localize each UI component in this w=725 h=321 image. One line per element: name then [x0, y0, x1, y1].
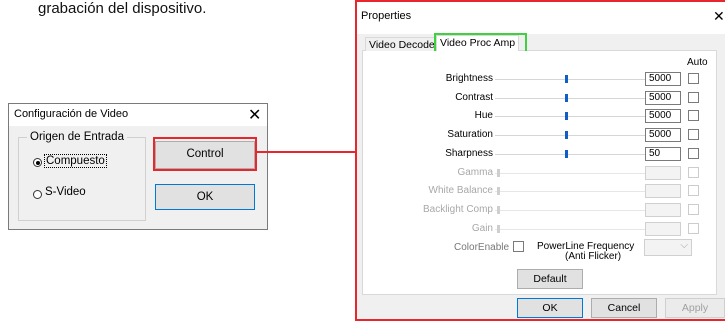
powerline-select[interactable]: ⌵: [644, 239, 692, 256]
input-source-group: [18, 137, 146, 221]
property-label: Gain: [471, 222, 493, 234]
property-label: Backlight Comp: [422, 203, 493, 215]
tab-highlight: [434, 33, 527, 53]
radio-svideo[interactable]: [33, 190, 42, 199]
value-field[interactable]: [645, 202, 681, 217]
cancel-button[interactable]: Cancel: [591, 298, 657, 318]
slider-track[interactable]: [495, 209, 645, 211]
auto-checkbox[interactable]: [688, 222, 699, 234]
value-field[interactable]: 5000: [645, 90, 681, 105]
slider-thumb[interactable]: [497, 168, 500, 177]
slider-track[interactable]: [495, 172, 645, 174]
property-label: Saturation: [447, 129, 493, 141]
value-field[interactable]: 5000: [645, 72, 681, 86]
slider-track[interactable]: [495, 116, 645, 118]
slider-track[interactable]: [495, 153, 645, 155]
property-label: Gamma: [457, 166, 493, 178]
close-icon[interactable]: ✕: [713, 8, 725, 25]
connector-line: [256, 151, 356, 153]
slider-track[interactable]: [495, 79, 645, 80]
tab-video-decoder[interactable]: Video Decoder: [365, 37, 443, 52]
slider-thumb[interactable]: [497, 224, 500, 233]
slider-thumb[interactable]: [565, 149, 568, 158]
close-icon[interactable]: ✕: [248, 105, 261, 125]
slider-thumb[interactable]: [565, 131, 568, 140]
properties-dialog: Properties ✕ Video Decoder Video Proc Am…: [355, 0, 725, 321]
video-config-titlebar: Configuración de Video ✕: [9, 104, 267, 126]
slider-thumb[interactable]: [497, 205, 500, 214]
property-label: Brightness: [445, 73, 493, 84]
ok-button[interactable]: OK: [155, 184, 255, 210]
caption-text: grabación del dispositivo.: [38, 0, 207, 17]
property-label: Contrast: [455, 91, 493, 103]
input-source-label: Origen de Entrada: [27, 131, 127, 143]
video-config-title: Configuración de Video: [14, 108, 129, 120]
value-field[interactable]: [645, 165, 681, 180]
slider-track[interactable]: [495, 135, 645, 137]
slider-track[interactable]: [495, 191, 645, 193]
slider-thumb[interactable]: [565, 93, 568, 102]
auto-checkbox[interactable]: [688, 73, 699, 84]
auto-checkbox[interactable]: [688, 91, 699, 103]
radio-svideo-label[interactable]: S-Video: [45, 186, 86, 198]
value-field[interactable]: 5000: [645, 109, 681, 124]
property-label: Hue: [474, 110, 493, 122]
slider-track[interactable]: [495, 97, 645, 99]
control-highlight: [153, 137, 257, 171]
property-label: White Balance: [428, 185, 493, 197]
properties-title: Properties: [361, 10, 412, 22]
apply-button[interactable]: Apply: [665, 298, 725, 318]
video-config-dialog: Configuración de Video ✕ Origen de Entra…: [8, 103, 268, 230]
radio-composite-label[interactable]: Compuesto: [44, 154, 107, 168]
auto-checkbox[interactable]: [688, 166, 699, 178]
value-field[interactable]: [645, 184, 681, 199]
auto-checkbox[interactable]: [688, 203, 699, 215]
auto-checkbox[interactable]: [688, 129, 699, 141]
default-button[interactable]: Default: [517, 269, 583, 289]
value-field[interactable]: [645, 221, 681, 236]
auto-checkbox[interactable]: [688, 185, 699, 197]
auto-checkbox[interactable]: [688, 110, 699, 122]
chevron-down-icon: ⌵: [680, 240, 688, 251]
auto-checkbox[interactable]: [688, 147, 699, 159]
property-label: Sharpness: [445, 147, 493, 159]
color-enable-label: ColorEnable: [454, 242, 510, 253]
slider-thumb[interactable]: [565, 112, 568, 121]
slider-thumb[interactable]: [565, 75, 568, 83]
value-field[interactable]: 50: [645, 146, 681, 161]
ok-button[interactable]: OK: [517, 298, 583, 318]
slider-track[interactable]: [495, 228, 645, 230]
powerline-sub-label: (Anti Flicker): [565, 251, 622, 262]
slider-thumb[interactable]: [497, 187, 500, 196]
color-enable-checkbox[interactable]: [513, 241, 524, 252]
radio-composite[interactable]: [33, 158, 42, 167]
properties-titlebar: Properties ✕: [357, 2, 725, 34]
value-field[interactable]: 5000: [645, 128, 681, 143]
auto-header: Auto: [687, 57, 708, 68]
